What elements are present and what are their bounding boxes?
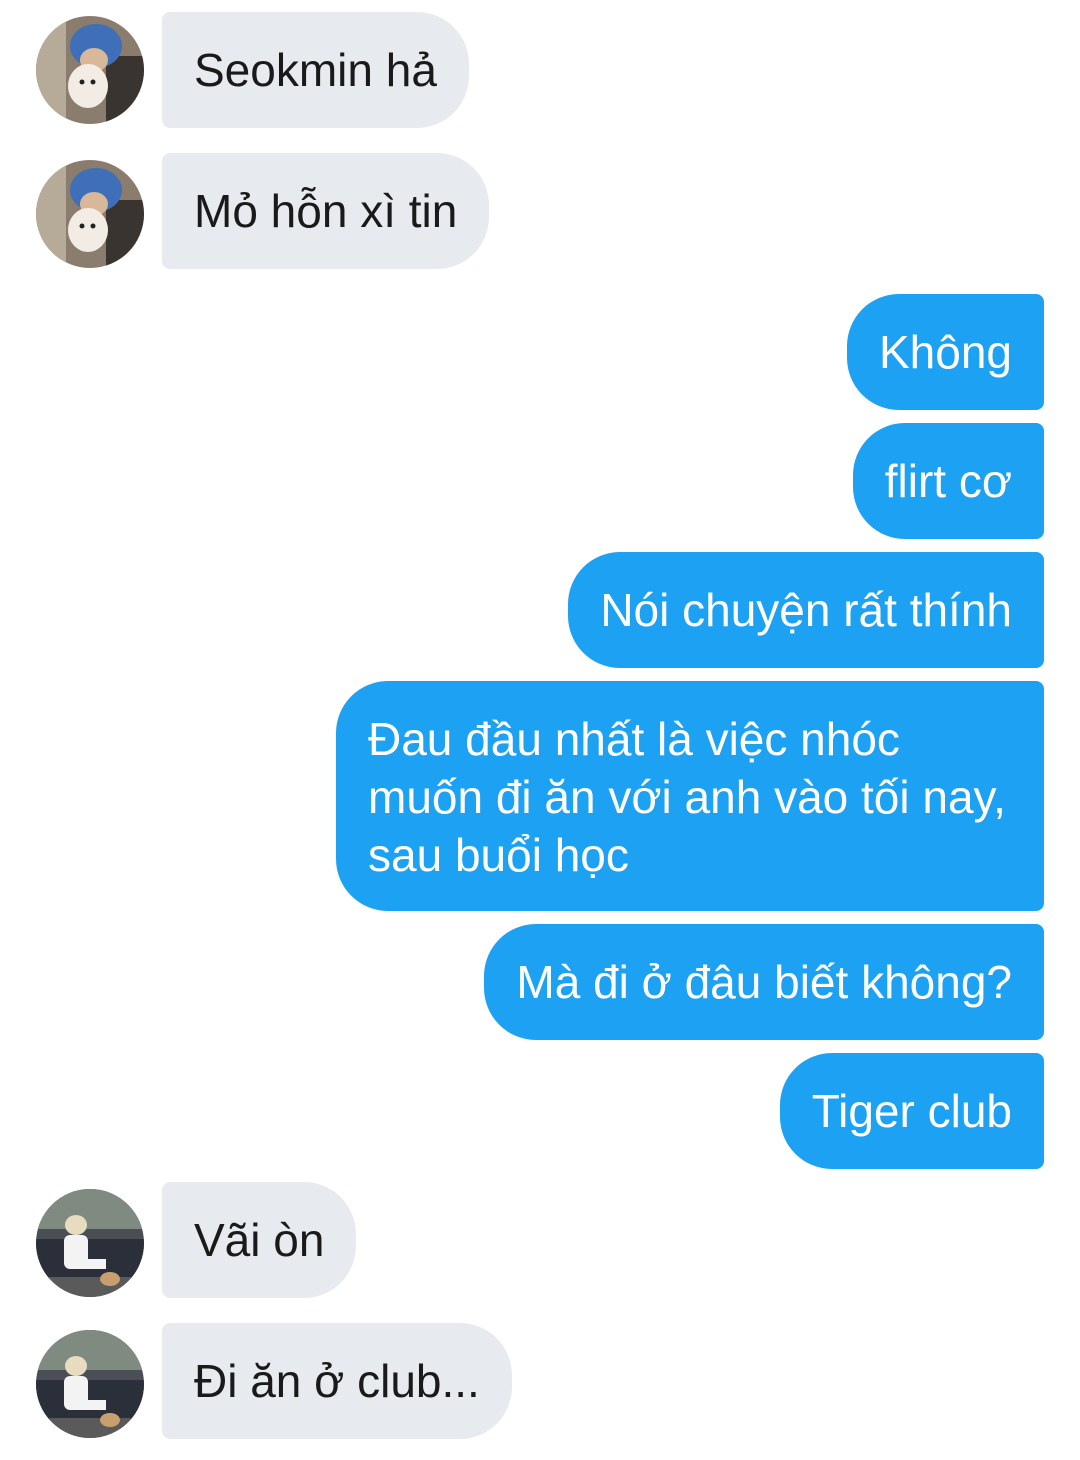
message-text: flirt cơ — [884, 455, 1012, 507]
message-text: Mỏ hỗn xì tin — [194, 185, 458, 237]
message-bubble-outgoing[interactable]: Đau đầu nhất là việc nhóc muốn đi ăn với… — [336, 681, 1044, 911]
message-bubble-incoming[interactable]: Vãi òn — [162, 1182, 357, 1298]
sender-avatar[interactable] — [36, 160, 144, 268]
message-bubble-outgoing[interactable]: Tiger club — [779, 1053, 1044, 1169]
sender-avatar[interactable] — [36, 1330, 144, 1438]
message-text: Không — [878, 326, 1012, 378]
avatar-blue-hair-with-dog-icon — [36, 160, 144, 268]
message-bubble-incoming[interactable]: Seokmin hả — [162, 12, 469, 128]
message-text: Tiger club — [811, 1085, 1012, 1137]
message-text: Nói chuyện rất thính — [600, 584, 1012, 636]
conversation-thread: Seokmin hả Mỏ hỗn xì tin Không flirt cơ … — [0, 0, 1080, 1460]
sender-avatar[interactable] — [36, 16, 144, 124]
avatar-blue-hair-with-dog-icon — [36, 16, 144, 124]
message-text: Đau đầu nhất là việc nhóc muốn đi ăn với… — [368, 713, 1006, 881]
message-text: Vãi òn — [194, 1214, 325, 1266]
message-text: Đi ăn ở club... — [194, 1355, 480, 1407]
message-bubble-outgoing[interactable]: flirt cơ — [852, 423, 1044, 539]
sender-avatar[interactable] — [36, 1189, 144, 1297]
message-text: Mà đi ở đâu biết không? — [516, 956, 1012, 1008]
message-text: Seokmin hả — [194, 44, 437, 96]
message-bubble-incoming[interactable]: Đi ăn ở club... — [162, 1323, 512, 1439]
message-bubble-incoming[interactable]: Mỏ hỗn xì tin — [162, 153, 490, 269]
message-bubble-outgoing[interactable]: Nói chuyện rất thính — [568, 552, 1044, 668]
message-bubble-outgoing[interactable]: Không — [846, 294, 1044, 410]
avatar-blonde-by-car-icon — [36, 1330, 144, 1438]
message-bubble-outgoing[interactable]: Mà đi ở đâu biết không? — [484, 924, 1044, 1040]
avatar-blonde-by-car-icon — [36, 1189, 144, 1297]
